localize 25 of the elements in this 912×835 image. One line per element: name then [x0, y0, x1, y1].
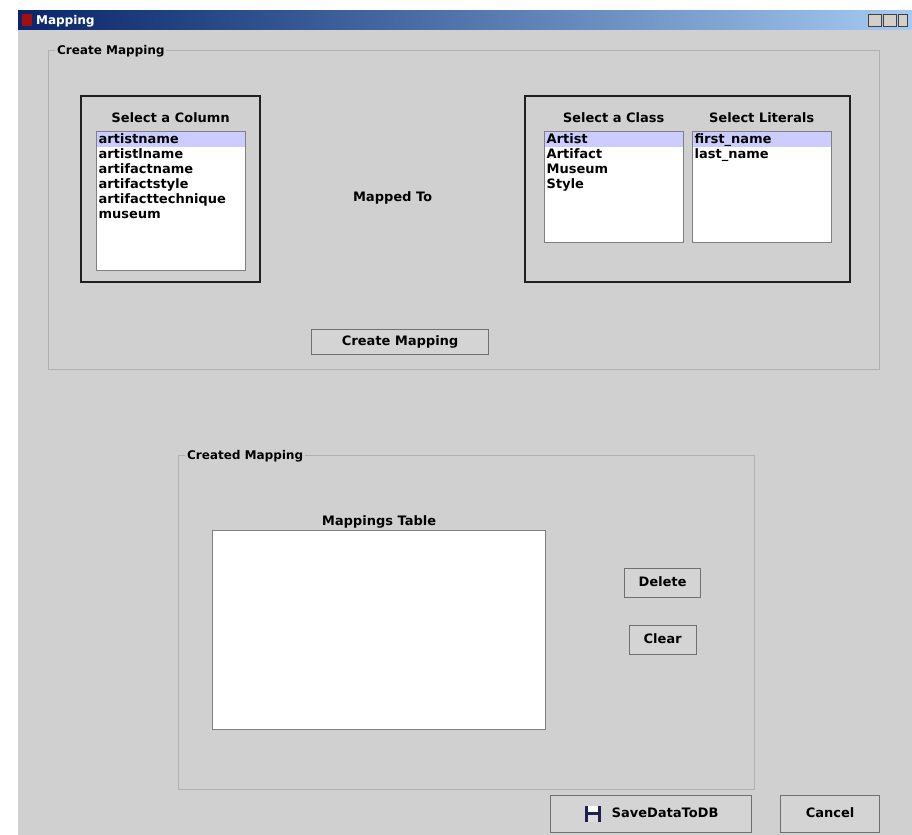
button[interactable]: Create Mapping	[311, 329, 489, 355]
group-title: Created Mapping	[185, 447, 306, 463]
list-item[interactable]: first_name	[692, 132, 831, 146]
button[interactable]: Clear	[628, 625, 696, 655]
list-label: Select a Column	[111, 110, 230, 128]
close-icon[interactable]	[898, 14, 908, 26]
button[interactable]: Cancel	[780, 795, 880, 833]
list-label: Select Literals	[709, 110, 814, 128]
app-icon	[22, 14, 32, 26]
list-box[interactable]: first_name last_name	[692, 130, 832, 242]
button[interactable]: Delete	[624, 568, 702, 598]
minimize-icon[interactable]	[868, 14, 882, 26]
list-item[interactable]: artistlname	[96, 146, 244, 162]
group-title: Create Mapping	[55, 42, 166, 58]
window-title: Mapping	[36, 12, 94, 29]
list-item[interactable]: Artifact	[544, 146, 683, 162]
mapped-to-label: Mapped To	[353, 189, 432, 207]
list-box[interactable]: artistname artistlname artifactname artifactstyle artifacttechnique museum	[96, 130, 246, 270]
maximize-icon[interactable]	[883, 14, 897, 26]
table-label: Mappings Table	[322, 514, 436, 530]
list-item[interactable]: Artist	[544, 132, 683, 146]
list-item[interactable]: artistname	[96, 132, 244, 146]
button[interactable]: SaveDataToDB	[550, 795, 752, 833]
list-box[interactable]: Artist Artifact Museum Style	[544, 130, 684, 242]
list-label: Select a Class	[562, 110, 664, 128]
